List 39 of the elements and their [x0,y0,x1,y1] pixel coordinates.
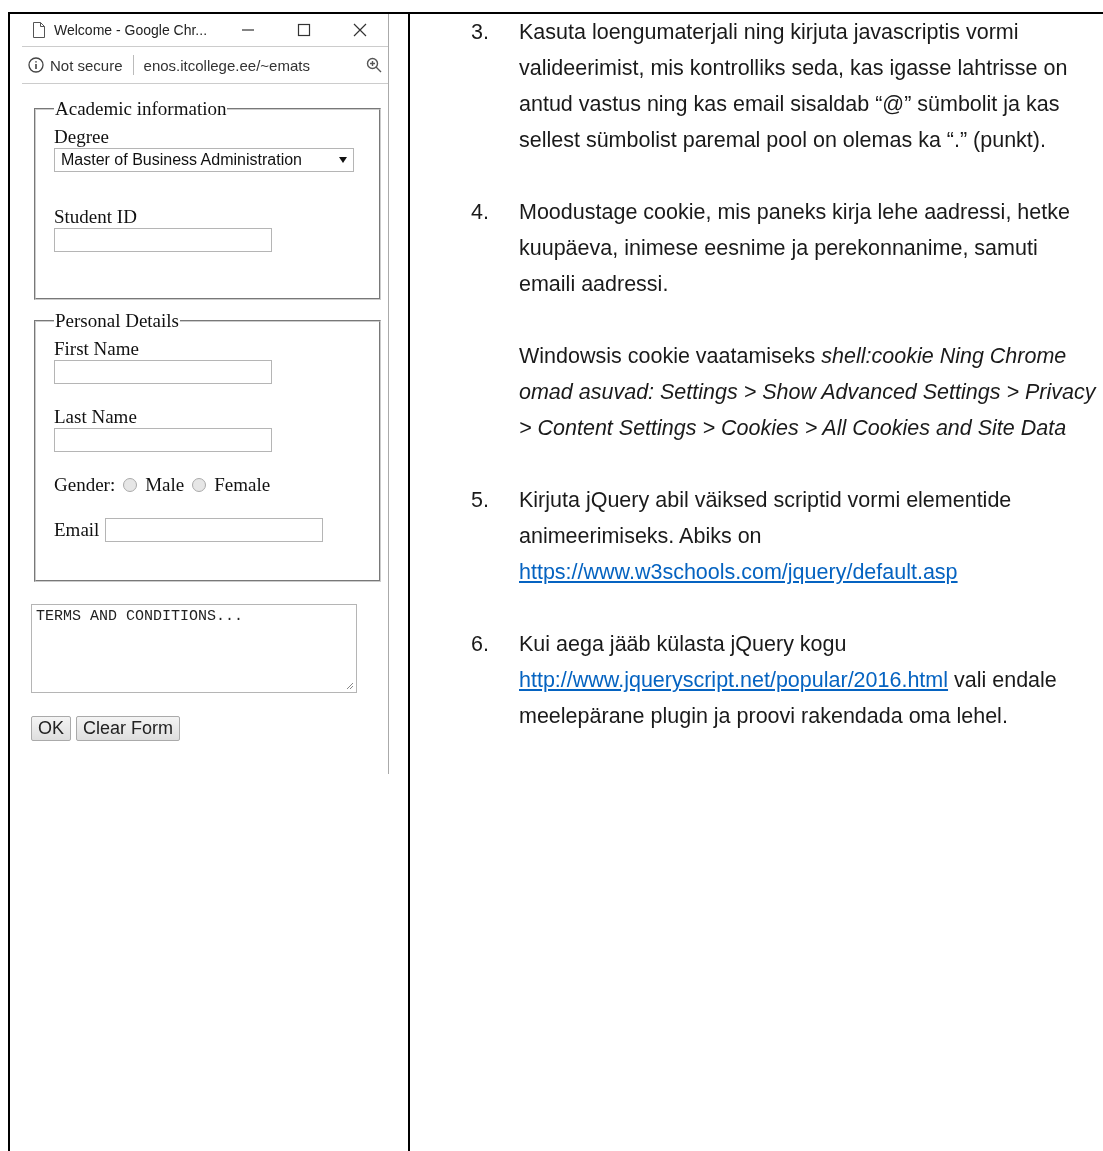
security-label: Not secure [50,56,123,74]
field-label: Gender: [54,474,116,496]
radio-label: Male [145,474,185,496]
instruction-text: Kirjuta jQuery abil väiksed scriptid vormi elementide animeerimiseks. Abiks on https://www.w3schools.com/jquery/default.asp [519,487,1013,586]
list-number: 5. [471,487,490,514]
list-number: 3. [471,19,490,46]
input-field[interactable] [54,428,272,452]
list-number: 4. [471,199,490,226]
field-label: Email [54,519,100,541]
form-button[interactable]: OK [31,716,71,741]
section-legend: Academic information [54,98,228,120]
resize-grip-icon [346,682,354,690]
radio-label: Female [214,474,271,496]
terms-textarea[interactable]: TERMS AND CONDITIONS... [31,604,357,693]
link[interactable]: http://www.jqueryscript.net/popular/2016.html [519,668,949,692]
info-icon [28,57,44,73]
caret-icon [339,157,347,163]
list-number: 6. [471,631,490,658]
instruction-text: Windowsis cookie vaatamiseks shell:cookie Ning Chrome omad asuvad: Settings > Show Advanced Settings > Privacy > Content Settings > Cookies > All Cookies and Site Data [519,343,1098,442]
link[interactable]: https://www.w3schools.com/jquery/default.asp [519,560,958,584]
input-field[interactable] [54,228,272,252]
field-label: Degree [54,126,110,148]
address-field[interactable]: enos.itcollege.ee/~emats [143,56,310,74]
field-label: First Name [54,338,140,360]
field-label: Last Name [54,406,138,428]
radio-button[interactable] [192,478,207,492]
instruction-text: Moodustage cookie, mis paneks kirja lehe aadressi, hetke kuupäeva, inimese eesnime ja perekonnanime, samuti emaili aadressi. [519,199,1071,298]
page-icon [32,22,46,38]
form-button[interactable]: Clear Form [76,716,181,741]
input-field[interactable] [54,360,272,384]
section-legend: Personal Details [54,310,180,332]
input-field[interactable] [105,518,324,542]
field-label: Student ID [54,206,138,228]
radio-button[interactable] [123,478,138,492]
instruction-text: Kui aega jääb külasta jQuery kogu http://www.jqueryscript.net/popular/2016.html vali endale meelepärane plugin ja proovi rakendada oma lehel. [519,631,1058,730]
degree-dropdown[interactable]: Master of Business Administration [54,148,354,172]
zoom-icon[interactable] [366,57,382,73]
window-title: Welcome - Google Chr... [54,22,208,38]
instruction-text: Kasuta loengumaterjali ning kirjuta javascriptis vormi valideerimist, mis kontrolliks seda, kas igasse lahtrisse on antud vastus ning kas email sisaldab “@” sümbolit ja kas sellest sümbolist paremal pool on olemas ka “.” (punkt). [519,19,1069,154]
